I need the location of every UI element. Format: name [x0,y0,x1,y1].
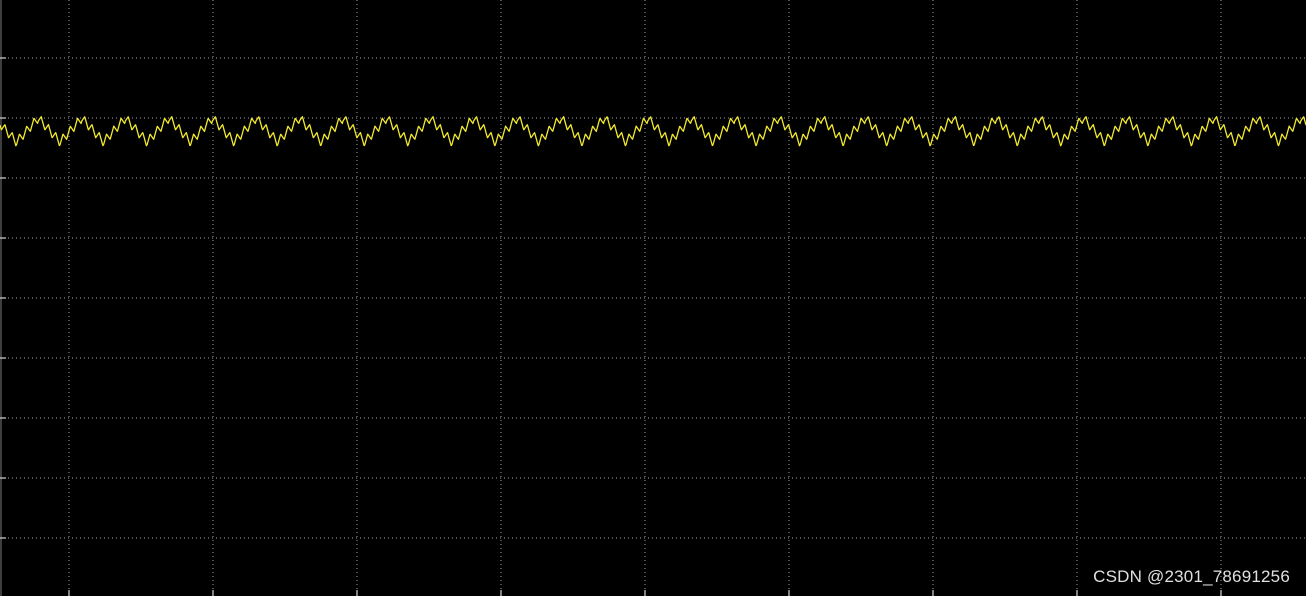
watermark-text: CSDN @2301_78691256 [1093,567,1290,586]
scope-display [0,0,1306,596]
